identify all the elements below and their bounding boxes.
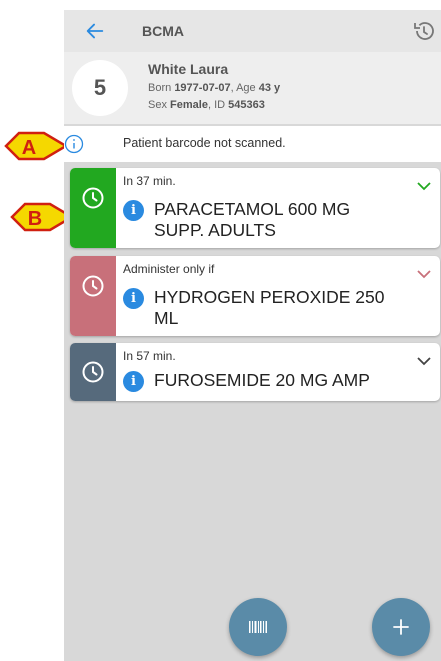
callout-b-label: B: [28, 208, 42, 230]
callout-a-label: A: [22, 137, 36, 159]
clock-icon: [82, 275, 104, 297]
medication-card[interactable]: In 57 min. i FUROSEMIDE 20 MG AMP: [70, 343, 440, 401]
drug-name: HYDROGEN PEROXIDE 250 ML: [154, 287, 385, 328]
app-bar: BCMA: [64, 10, 441, 52]
schedule-label: In 57 min.: [123, 349, 176, 363]
plus-icon: [393, 619, 409, 635]
chevron-down-icon[interactable]: [416, 266, 432, 282]
barcode-notice-text: Patient barcode not scanned.: [123, 136, 286, 150]
patient-name: White Laura: [148, 61, 229, 77]
barcode-icon: [249, 621, 267, 633]
barcode-notice: Patient barcode not scanned.: [64, 126, 441, 162]
arrow-left-icon[interactable]: [84, 20, 106, 42]
scan-barcode-button[interactable]: [229, 598, 287, 656]
patient-sex-id: Sex Female, ID 545363: [148, 99, 265, 111]
patient-birth-age: Born 1977-07-07, Age 43 y: [148, 82, 281, 94]
medication-card[interactable]: Administer only if i HYDROGEN PEROXIDE 2…: [70, 256, 440, 336]
bed-number-badge: 5: [72, 60, 128, 116]
drug-name: FUROSEMIDE 20 MG AMP: [154, 370, 370, 390]
phone-screen: BCMA 5 White Laura Born 1977-07-07, Age …: [64, 10, 441, 661]
info-icon[interactable]: i: [123, 288, 144, 309]
chevron-down-icon[interactable]: [416, 353, 432, 369]
info-icon[interactable]: i: [123, 200, 144, 221]
status-strip[interactable]: [70, 168, 116, 248]
schedule-label: Administer only if: [123, 262, 215, 276]
app-title: BCMA: [142, 23, 184, 39]
status-strip[interactable]: [70, 256, 116, 336]
clock-icon: [82, 361, 104, 383]
callout-a: A: [4, 131, 69, 166]
history-icon[interactable]: [412, 19, 436, 43]
info-outline-icon: [64, 134, 84, 154]
patient-header[interactable]: 5 White Laura Born 1977-07-07, Age 43 y …: [64, 52, 441, 124]
drug-name: PARACETAMOL 600 MG SUPP. ADULTS: [154, 199, 351, 240]
info-icon[interactable]: i: [123, 371, 144, 392]
status-strip[interactable]: [70, 343, 116, 401]
medication-card[interactable]: In 37 min. i PARACETAMOL 600 MG SUPP. AD…: [70, 168, 440, 248]
chevron-down-icon[interactable]: [416, 178, 432, 194]
clock-icon: [82, 187, 104, 209]
schedule-label: In 37 min.: [123, 174, 176, 188]
add-button[interactable]: [372, 598, 430, 656]
